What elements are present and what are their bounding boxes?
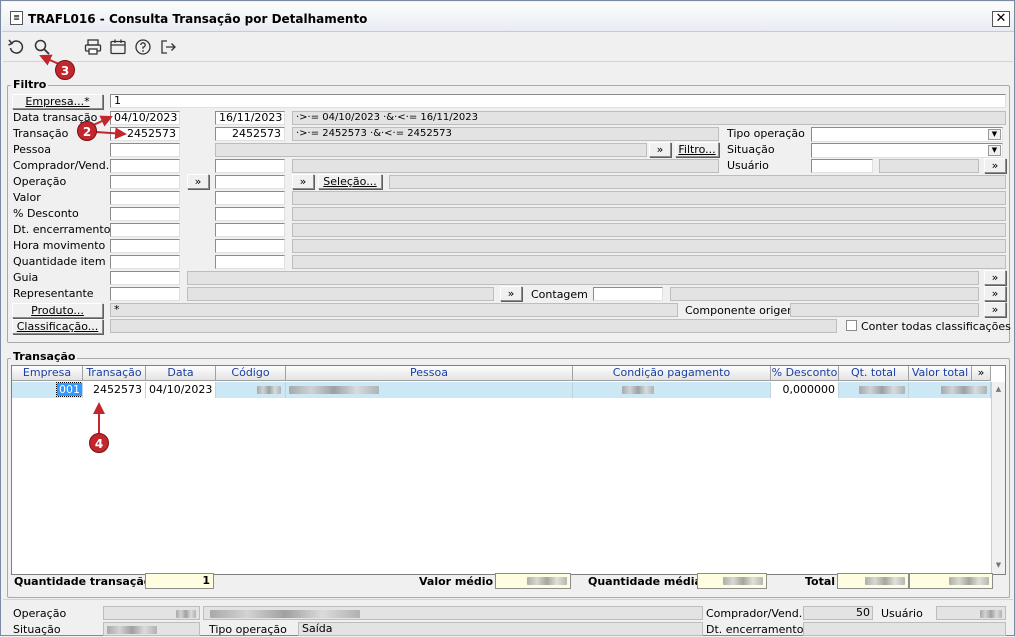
annotation-marker-2: 2 bbox=[77, 121, 97, 141]
annotation-arrows bbox=[39, 54, 127, 433]
annotation-marker-3: 3 bbox=[55, 60, 75, 80]
annotation-marker-4: 4 bbox=[89, 433, 109, 453]
application-window: ≣ TRAFL016 - Consulta Transação por Deta… bbox=[0, 0, 1015, 636]
